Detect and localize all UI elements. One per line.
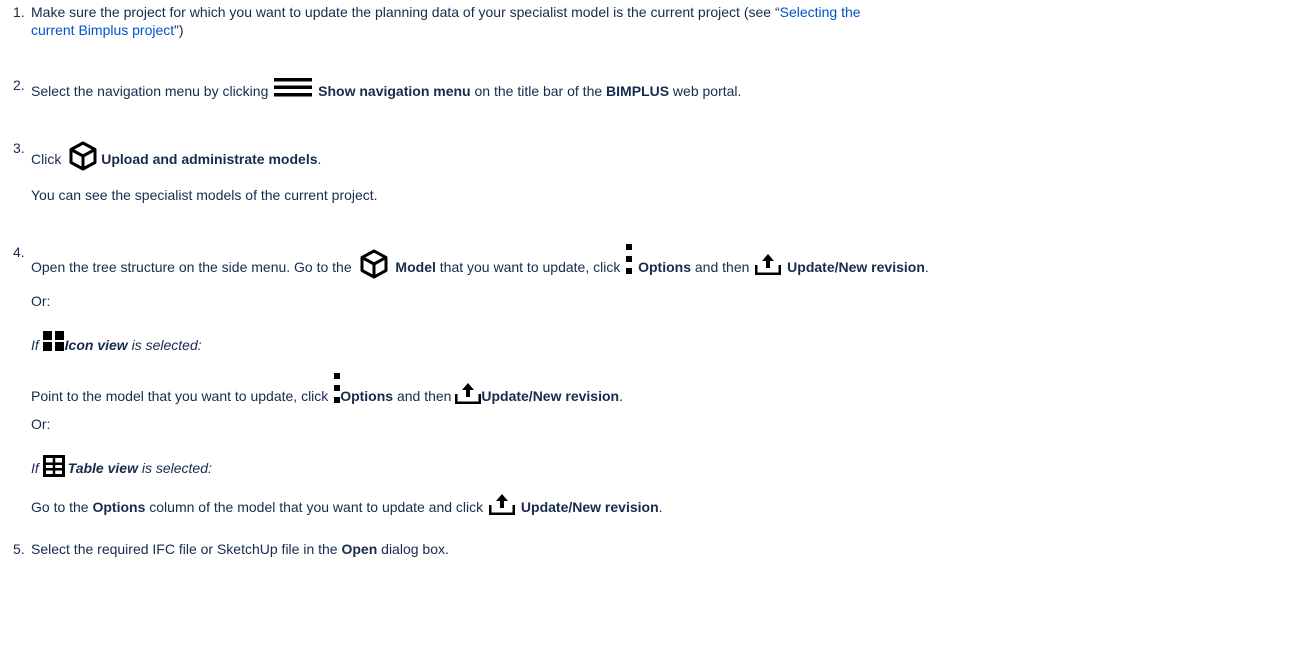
step-text: Open the tree structure on the side menu… <box>31 244 929 280</box>
step-text: Make sure the project for which you want… <box>31 4 861 20</box>
hamburger-menu-icon <box>274 77 313 97</box>
or-label-1: Or: <box>31 293 51 309</box>
step-text: Click Upload and administrate models. <box>31 140 321 172</box>
table-view-condition: If Table view is selected: <box>31 455 212 477</box>
step-number: 5. <box>13 541 25 557</box>
table-icon <box>42 455 65 477</box>
upload-icon <box>489 493 516 515</box>
step-text: Select the navigation menu by clicking S… <box>31 77 741 99</box>
upload-icon <box>455 382 482 404</box>
step-1-cont: current Bimplus project”) <box>31 22 184 38</box>
link-selecting-current-project-cont[interactable]: current Bimplus project <box>31 22 174 38</box>
vertical-dots-icon <box>626 244 633 274</box>
or-label-2: Or: <box>31 416 51 432</box>
step-number: 2. <box>13 77 25 93</box>
icon-view-condition: If Icon view is selected: <box>31 331 202 353</box>
upload-icon <box>755 253 782 275</box>
step-number: 3. <box>13 140 25 156</box>
cube-icon <box>358 248 390 280</box>
instruction-document: 1. Make sure the project for which you w… <box>0 0 1294 650</box>
step-number: 1. <box>13 4 25 20</box>
grid-icon <box>42 331 64 351</box>
link-selecting-current-project[interactable]: Selecting the <box>780 4 861 20</box>
step-number: 4. <box>13 244 25 260</box>
icon-view-instruction: Point to the model that you want to upda… <box>31 373 623 404</box>
table-view-instruction: Go to the Options column of the model th… <box>31 493 663 515</box>
step-3-note: You can see the specialist models of the… <box>31 187 378 203</box>
step-text: Select the required IFC file or SketchUp… <box>31 541 449 557</box>
cube-icon <box>67 140 99 172</box>
